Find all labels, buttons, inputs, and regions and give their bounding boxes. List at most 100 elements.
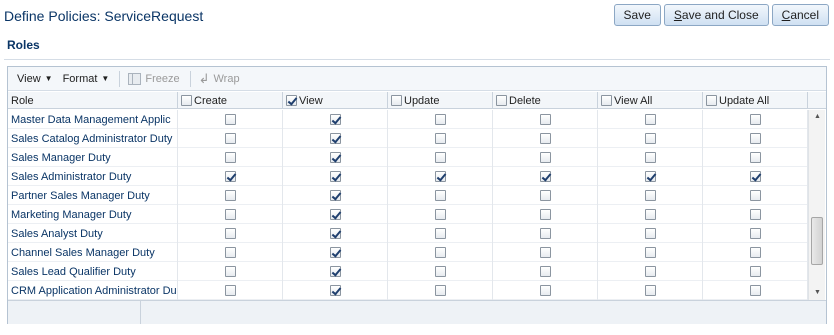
- delete-permission-checkbox[interactable]: [539, 171, 551, 182]
- update-all-permission-checkbox[interactable]: [749, 247, 761, 258]
- update-all-permission-checkbox[interactable]: [749, 152, 761, 163]
- update-all-permission-checkbox[interactable]: [749, 133, 761, 144]
- wrap-button[interactable]: ↲ Wrap: [199, 71, 240, 87]
- scrollbar-thumb[interactable]: [811, 217, 823, 265]
- select-all-delete-checkbox[interactable]: [496, 95, 507, 106]
- view-all-permission-checkbox[interactable]: [644, 228, 656, 239]
- create-permission-checkbox[interactable]: [224, 114, 236, 125]
- view-permission-checkbox[interactable]: [329, 171, 341, 182]
- view-all-permission-checkbox[interactable]: [644, 114, 656, 125]
- view-all-permission-checkbox[interactable]: [644, 209, 656, 220]
- update-permission-checkbox[interactable]: [434, 114, 446, 125]
- table-row[interactable]: Sales Administrator Duty: [8, 167, 808, 186]
- update-permission-checkbox[interactable]: [434, 171, 446, 182]
- update-permission-checkbox[interactable]: [434, 190, 446, 201]
- delete-permission-checkbox[interactable]: [539, 209, 551, 220]
- delete-permission-checkbox[interactable]: [539, 133, 551, 144]
- update-permission-checkbox[interactable]: [434, 266, 446, 277]
- create-permission-checkbox[interactable]: [224, 190, 236, 201]
- column-header-create[interactable]: Create: [178, 92, 283, 109]
- update-all-permission-checkbox[interactable]: [749, 114, 761, 125]
- create-permission-checkbox[interactable]: [224, 266, 236, 277]
- cancel-button[interactable]: Cancel: [771, 4, 829, 26]
- view-permission-checkbox[interactable]: [329, 114, 341, 125]
- column-header-label: Delete: [509, 94, 541, 107]
- permission-cell: [703, 129, 808, 148]
- table-row[interactable]: Sales Lead Qualifier Duty: [8, 262, 808, 281]
- update-permission-checkbox[interactable]: [434, 247, 446, 258]
- delete-permission-checkbox[interactable]: [539, 266, 551, 277]
- table-row[interactable]: Master Data Management Applic: [8, 110, 808, 129]
- save-and-close-button[interactable]: Save and Close: [663, 4, 769, 26]
- table-row[interactable]: Sales Manager Duty: [8, 148, 808, 167]
- table-row[interactable]: Marketing Manager Duty: [8, 205, 808, 224]
- update-all-permission-checkbox[interactable]: [749, 190, 761, 201]
- create-permission-checkbox[interactable]: [224, 247, 236, 258]
- column-header-view-all[interactable]: View All: [598, 92, 703, 109]
- column-header-update[interactable]: Update: [388, 92, 493, 109]
- update-all-permission-checkbox[interactable]: [749, 171, 761, 182]
- table-row[interactable]: Channel Sales Manager Duty: [8, 243, 808, 262]
- table-row[interactable]: CRM Application Administrator Du: [8, 281, 808, 300]
- freeze-button[interactable]: Freeze: [128, 72, 180, 85]
- vertical-scrollbar[interactable]: ▲ ▼: [808, 110, 825, 300]
- view-permission-checkbox[interactable]: [329, 133, 341, 144]
- create-permission-checkbox[interactable]: [224, 228, 236, 239]
- create-permission-checkbox[interactable]: [224, 171, 236, 182]
- permission-cell: [388, 148, 493, 167]
- view-permission-checkbox[interactable]: [329, 228, 341, 239]
- create-permission-checkbox[interactable]: [224, 209, 236, 220]
- update-permission-checkbox[interactable]: [434, 133, 446, 144]
- view-all-permission-checkbox[interactable]: [644, 133, 656, 144]
- table-row[interactable]: Sales Analyst Duty: [8, 224, 808, 243]
- delete-permission-checkbox[interactable]: [539, 114, 551, 125]
- create-permission-checkbox[interactable]: [224, 133, 236, 144]
- delete-permission-checkbox[interactable]: [539, 152, 551, 163]
- delete-permission-checkbox[interactable]: [539, 228, 551, 239]
- view-all-permission-checkbox[interactable]: [644, 190, 656, 201]
- view-all-permission-checkbox[interactable]: [644, 266, 656, 277]
- create-permission-checkbox[interactable]: [224, 152, 236, 163]
- view-permission-checkbox[interactable]: [329, 190, 341, 201]
- column-header-delete[interactable]: Delete: [493, 92, 598, 109]
- delete-permission-checkbox[interactable]: [539, 190, 551, 201]
- view-permission-checkbox[interactable]: [329, 266, 341, 277]
- table-row[interactable]: Partner Sales Manager Duty: [8, 186, 808, 205]
- view-menu[interactable]: View ▼: [17, 73, 53, 85]
- role-name: Sales Analyst Duty: [8, 224, 178, 243]
- delete-permission-checkbox[interactable]: [539, 247, 551, 258]
- update-permission-checkbox[interactable]: [434, 285, 446, 296]
- column-header-view[interactable]: View: [283, 92, 388, 109]
- permission-cell: [178, 224, 283, 243]
- column-header-update-all[interactable]: Update All: [703, 92, 808, 109]
- view-permission-checkbox[interactable]: [329, 152, 341, 163]
- view-all-permission-checkbox[interactable]: [644, 247, 656, 258]
- select-all-view-all-checkbox[interactable]: [601, 95, 612, 106]
- view-permission-checkbox[interactable]: [329, 285, 341, 296]
- view-all-permission-checkbox[interactable]: [644, 171, 656, 182]
- update-all-permission-checkbox[interactable]: [749, 209, 761, 220]
- delete-permission-checkbox[interactable]: [539, 285, 551, 296]
- update-permission-checkbox[interactable]: [434, 228, 446, 239]
- update-all-permission-checkbox[interactable]: [749, 285, 761, 296]
- select-all-update-all-checkbox[interactable]: [706, 95, 717, 106]
- view-permission-checkbox[interactable]: [329, 209, 341, 220]
- select-all-create-checkbox[interactable]: [181, 95, 192, 106]
- format-menu[interactable]: Format ▼: [63, 73, 110, 85]
- view-all-permission-checkbox[interactable]: [644, 152, 656, 163]
- table-row[interactable]: Sales Catalog Administrator Duty: [8, 129, 808, 148]
- column-header-label: View All: [614, 94, 653, 107]
- create-permission-checkbox[interactable]: [224, 285, 236, 296]
- permission-cell: [178, 205, 283, 224]
- scroll-up-icon[interactable]: ▲: [809, 110, 826, 124]
- view-permission-checkbox[interactable]: [329, 247, 341, 258]
- update-permission-checkbox[interactable]: [434, 152, 446, 163]
- scroll-down-icon[interactable]: ▼: [809, 286, 826, 300]
- select-all-update-checkbox[interactable]: [391, 95, 402, 106]
- view-all-permission-checkbox[interactable]: [644, 285, 656, 296]
- update-all-permission-checkbox[interactable]: [749, 228, 761, 239]
- select-all-view-checkbox[interactable]: [286, 95, 297, 106]
- save-button[interactable]: Save: [613, 4, 661, 26]
- update-all-permission-checkbox[interactable]: [749, 266, 761, 277]
- update-permission-checkbox[interactable]: [434, 209, 446, 220]
